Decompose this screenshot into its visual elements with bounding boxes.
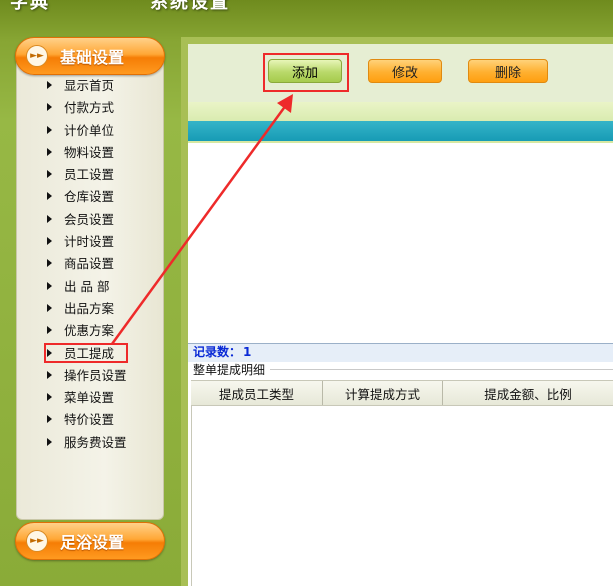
annotation-arrow: [110, 94, 293, 345]
annotation-arrow-head: [277, 94, 293, 113]
annotation-arrow-line: [110, 100, 291, 345]
